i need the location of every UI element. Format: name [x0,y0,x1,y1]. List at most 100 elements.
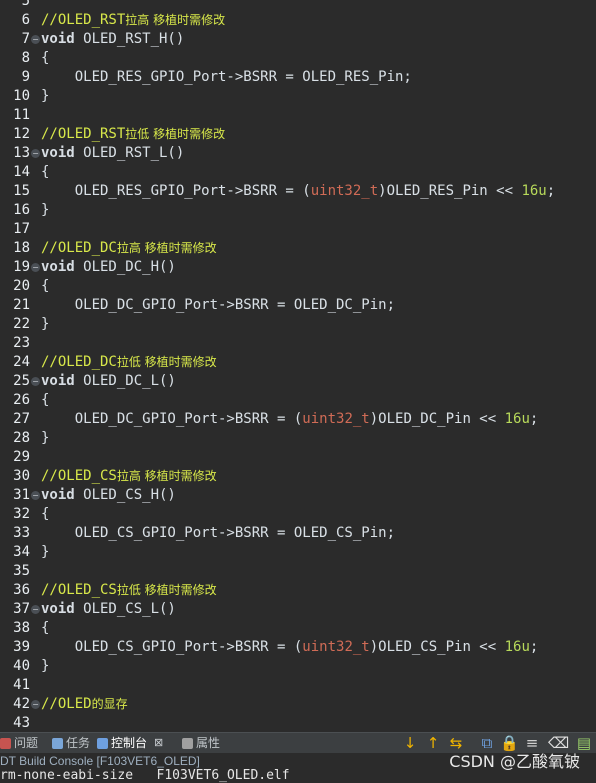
code-line[interactable]: 33 OLED_CS_GPIO_Port->BSRR = OLED_CS_Pin… [0,524,596,543]
code-line[interactable]: 30 //OLED_CS拉高 移植时需修改 [0,467,596,486]
code-line[interactable]: 38 { [0,619,596,638]
code-line[interactable]: 26 { [0,391,596,410]
code-line[interactable]: 19− void OLED_DC_H() [0,258,596,277]
code-line[interactable]: 35 [0,562,596,581]
tab-problems[interactable]: 问题 [0,733,38,753]
code-token: OLED_DC_GPIO_Port->BSRR = OLED_DC_Pin; [41,297,396,313]
tab-label: 属性 [196,736,221,750]
code-token: )OLED_CS_Pin << [369,639,505,655]
tab-console[interactable]: 控制台 ⊠ [97,733,163,753]
code-line[interactable]: 22} [0,315,596,334]
code-line[interactable]: 32 { [0,505,596,524]
code-line[interactable]: 18 //OLED_DC拉高 移植时需修改 [0,239,596,258]
code-text: OLED_DC_GPIO_Port->BSRR = (uint32_t)OLED… [41,410,539,429]
code-token: { [41,278,50,294]
fold-collapse-icon[interactable]: − [31,491,40,500]
fold-collapse-icon[interactable]: − [31,35,40,44]
code-token: } [41,658,50,674]
code-token: { [41,50,50,66]
code-text: OLED_RES_GPIO_Port->BSRR = OLED_RES_Pin; [41,68,412,87]
code-token: OLED_DC_H() [74,259,176,275]
code-text: void OLED_DC_H() [41,258,176,277]
code-text: { [41,163,49,182]
code-text: //OLED的显存 [41,695,128,714]
code-line[interactable]: 42−//OLED的显存 [0,695,596,714]
code-line[interactable]: 40} [0,657,596,676]
fold-collapse-icon[interactable]: − [31,377,40,386]
line-number: 6 [21,12,30,28]
line-number: 8 [21,50,30,66]
fold-collapse-icon[interactable]: − [31,605,40,614]
code-token: OLED_RST_L() [74,145,185,161]
code-line[interactable]: 5 [0,0,596,11]
code-token: 拉高 移植时需修改 [116,469,217,483]
fold-collapse-icon[interactable]: − [31,263,40,272]
line-number: 7 [21,31,30,47]
code-text: { [41,277,49,296]
code-line[interactable]: 25− void OLED_DC_L() [0,372,596,391]
code-text: void OLED_RST_L() [41,144,184,163]
code-line[interactable]: 37− void OLED_CS_L() [0,600,596,619]
code-line[interactable]: 31− void OLED_CS_H() [0,486,596,505]
code-editor[interactable]: 5 6//OLED_RST拉高 移植时需修改 7− void OLED_RST_H()… [0,0,596,728]
code-token: OLED_RES_GPIO_Port->BSRR = OLED_RES_Pin; [41,69,412,85]
code-token: 的显存 [91,697,128,711]
line-number: 32 [13,506,30,522]
tab-properties[interactable]: 属性 [182,733,220,753]
line-number: 26 [13,392,30,408]
code-token: //OLED_DC [41,240,117,256]
code-line[interactable]: 10} [0,87,596,106]
code-text: //OLED_CS拉高 移植时需修改 [41,467,217,486]
code-line[interactable]: 43 [0,714,596,728]
code-line[interactable]: 13− void OLED_RST_L() [0,144,596,163]
line-number: 27 [13,411,30,427]
code-line[interactable]: 36 //OLED_CS拉低 移植时需修改 [0,581,596,600]
code-line[interactable]: 16} [0,201,596,220]
code-line[interactable]: 12 //OLED_RST拉低 移植时需修改 [0,125,596,144]
code-token: ; [529,639,539,655]
code-line[interactable]: 39 OLED_CS_GPIO_Port->BSRR = (uint32_t)O… [0,638,596,657]
code-line[interactable]: 9 OLED_RES_GPIO_Port->BSRR = OLED_RES_Pi… [0,68,596,87]
code-line[interactable]: 34} [0,543,596,562]
line-number: 33 [13,525,30,541]
code-line[interactable]: 7− void OLED_RST_H() [0,30,596,49]
code-text: void OLED_RST_H() [41,30,184,49]
code-line[interactable]: 20 { [0,277,596,296]
next-annotation-icon[interactable]: ↓ [401,734,419,752]
code-line[interactable]: 11 [0,106,596,125]
code-line[interactable]: 28} [0,429,596,448]
code-line[interactable]: 17 [0,220,596,239]
code-text: } [41,543,49,562]
code-line[interactable]: 41 [0,676,596,695]
fold-collapse-icon[interactable]: − [31,149,40,158]
line-number: 24 [13,354,30,370]
code-token: //OLED_DC [41,354,117,370]
code-line[interactable]: 27 OLED_DC_GPIO_Port->BSRR = (uint32_t)O… [0,410,596,429]
tab-tasks[interactable]: 任务 [52,733,90,753]
code-token: //OLED_RST [41,12,126,28]
code-line[interactable]: 21 OLED_DC_GPIO_Port->BSRR = OLED_DC_Pin… [0,296,596,315]
code-token: uint32_t [302,411,370,427]
code-line[interactable]: 23 [0,334,596,353]
code-text: //OLED_RST拉高 移植时需修改 [41,11,225,30]
line-number: 30 [13,468,30,484]
line-number: 19 [13,259,30,275]
previous-annotation-icon[interactable]: ↑ [424,734,442,752]
code-line[interactable]: 14 { [0,163,596,182]
code-line[interactable]: 24 //OLED_DC拉低 移植时需修改 [0,353,596,372]
fold-collapse-icon[interactable]: − [31,700,40,709]
code-line[interactable]: 6 //OLED_RST拉高 移植时需修改 [0,11,596,30]
code-line[interactable]: 29 [0,448,596,467]
close-tab-icon[interactable]: ⊠ [154,733,163,753]
code-text: //OLED_CS拉低 移植时需修改 [41,581,217,600]
code-token: //OLED_CS [41,468,117,484]
code-text: { [41,619,49,638]
line-number: 16 [13,202,30,218]
code-token: } [41,544,50,560]
line-number: 17 [13,221,30,237]
code-text: OLED_CS_GPIO_Port->BSRR = (uint32_t)OLED… [41,638,539,657]
code-line[interactable]: 15 OLED_RES_GPIO_Port->BSRR = (uint32_t)… [0,182,596,201]
line-number: 22 [13,316,30,332]
line-number: 31 [13,487,30,503]
code-line[interactable]: 8{ [0,49,596,68]
